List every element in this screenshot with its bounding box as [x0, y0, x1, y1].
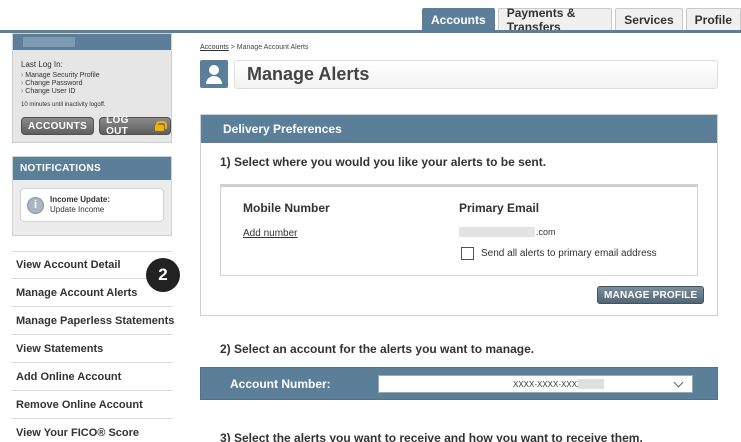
lock-icon	[155, 121, 167, 131]
page-header: Manage Alerts	[200, 56, 718, 92]
sidebar-item-view-statements[interactable]: View Statements	[12, 335, 172, 363]
send-all-alerts-checkbox[interactable]	[461, 247, 474, 260]
sidebar-item-add-online-account[interactable]: Add Online Account	[12, 363, 172, 391]
step2-instruction: 2) Select an account for the alerts you …	[220, 342, 535, 356]
change-password-link[interactable]: Change Password	[21, 80, 100, 88]
delivery-preferences-panel: Delivery Preferences 1) Select where you…	[200, 114, 718, 316]
step1-instruction: 1) Select where you would you like your …	[220, 155, 547, 169]
account-number-select[interactable]: XXXX-XXXX-XXXX-	[378, 375, 693, 393]
logout-button[interactable]: LOG OUT	[99, 115, 171, 137]
notification-body: Update Income	[50, 205, 105, 214]
info-icon: i	[27, 196, 44, 214]
notification-text: Income Update: Update Income	[50, 195, 110, 215]
tab-profile[interactable]: Profile	[685, 8, 741, 30]
breadcrumb: Accounts > Manage Account Alerts	[200, 44, 308, 51]
income-update-notification[interactable]: i Income Update: Update Income	[20, 188, 164, 222]
email-redacted	[459, 227, 535, 237]
account-number-bar: Account Number: XXXX-XXXX-XXXX-	[200, 367, 718, 400]
login-header	[13, 34, 171, 50]
step3-instruction: 3) Select the alerts you want to receive…	[220, 431, 643, 442]
chevron-down-icon	[673, 377, 684, 388]
breadcrumb-current: Manage Account Alerts	[236, 44, 309, 51]
notifications-title: NOTIFICATIONS	[13, 157, 171, 180]
manage-security-profile-link[interactable]: Manage Security Profile	[21, 72, 99, 80]
notification-title: Income Update:	[50, 195, 111, 204]
security-links: Manage Security Profile Change Password …	[21, 72, 100, 96]
mobile-number-label: Mobile Number	[243, 201, 330, 215]
login-box: Last Log In: Manage Security Profile Cha…	[12, 33, 172, 143]
change-user-id-link[interactable]: Change User ID	[21, 88, 100, 96]
top-nav: Accounts Payments & Transfers Services P…	[422, 6, 741, 34]
email-suffix: .com	[536, 227, 556, 237]
step-number-badge: 2	[146, 258, 180, 292]
delivery-options-box: Mobile Number Primary Email Add number .…	[220, 184, 698, 276]
breadcrumb-accounts-link[interactable]: Accounts	[200, 44, 229, 51]
send-all-alerts-label: Send all alerts to primary email address	[481, 248, 657, 259]
account-number-label: Account Number:	[230, 377, 331, 391]
logout-button-label: LOG OUT	[106, 115, 129, 137]
login-buttons: ACCOUNTS LOG OUT	[21, 115, 171, 137]
delivery-preferences-heading: Delivery Preferences	[201, 115, 717, 143]
primary-email-label: Primary Email	[459, 201, 540, 215]
user-name-redacted	[23, 37, 75, 47]
breadcrumb-separator: >	[230, 44, 235, 51]
tab-accounts[interactable]: Accounts	[422, 8, 495, 30]
page-title: Manage Alerts	[234, 60, 718, 89]
user-icon	[200, 60, 228, 88]
inactivity-timeout-text: 10 minutes until inactivity logoff.	[21, 102, 106, 108]
sidebar-item-remove-online-account[interactable]: Remove Online Account	[12, 391, 172, 419]
accounts-button[interactable]: ACCOUNTS	[21, 117, 95, 135]
last-login-label: Last Log In:	[21, 60, 63, 69]
sidebar: Last Log In: Manage Security Profile Cha…	[12, 33, 174, 442]
manage-profile-button[interactable]: MANAGE PROFILE	[597, 286, 705, 304]
account-number-value: XXXX-XXXX-XXXX-	[513, 380, 586, 389]
sidebar-item-manage-paperless-statements[interactable]: Manage Paperless Statements	[12, 307, 174, 335]
sidebar-item-view-fico-score[interactable]: View Your FICO® Score	[12, 419, 172, 442]
tab-services[interactable]: Services	[615, 8, 683, 30]
account-digits-redacted	[578, 379, 604, 389]
tab-payments-transfers[interactable]: Payments & Transfers	[497, 6, 613, 34]
add-number-link[interactable]: Add number	[243, 228, 297, 239]
notifications-panel: NOTIFICATIONS i Income Update: Update In…	[12, 156, 172, 236]
accounts-button-label: ACCOUNTS	[28, 120, 88, 132]
